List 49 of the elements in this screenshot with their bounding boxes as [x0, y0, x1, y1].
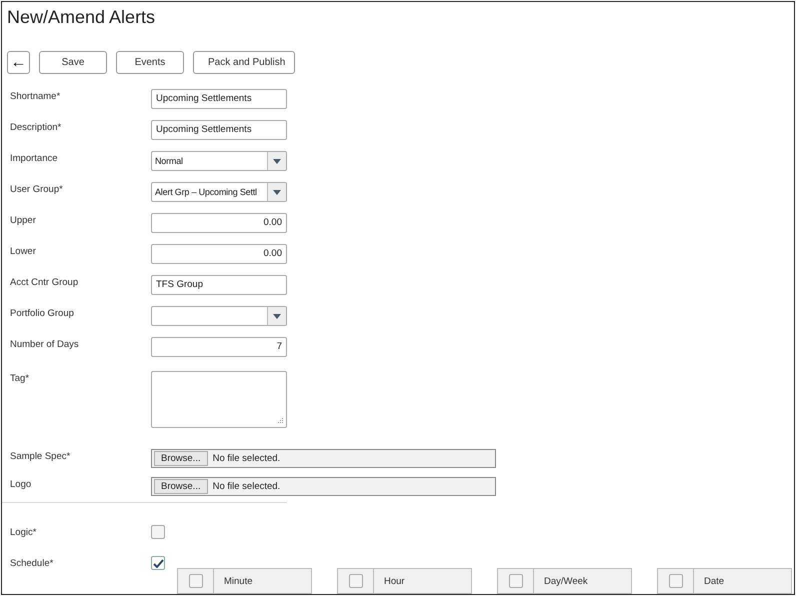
input-field[interactable]: 7	[151, 337, 287, 357]
caret-icon[interactable]	[267, 183, 286, 201]
field-label: Lower	[10, 245, 37, 257]
option-label: Hour	[383, 576, 405, 586]
field-label: Number of Days	[10, 338, 80, 350]
toolbar-button[interactable]: Save	[39, 51, 107, 74]
schedule-option[interactable]: Minute	[177, 568, 312, 594]
input-field[interactable]: Upcoming Settlements	[151, 120, 287, 140]
checkbox[interactable]	[668, 574, 682, 588]
field-label: Portfolio Group	[10, 307, 75, 319]
field-label: Description*	[10, 121, 62, 133]
caret-icon[interactable]	[267, 307, 286, 325]
field-label: Logic*	[10, 526, 38, 538]
dropdown[interactable]: Normal	[151, 151, 287, 171]
checkbox[interactable]	[188, 574, 202, 588]
field-label: Acct Cntr Group	[10, 276, 80, 288]
field-label: Logo	[10, 478, 32, 490]
field-label: Shortname*	[10, 90, 62, 102]
file-status: No file selected.	[212, 453, 280, 464]
dropdown[interactable]: Alert Grp – Upcoming Settl	[151, 182, 287, 202]
schedule-option[interactable]: Hour	[337, 568, 472, 594]
checkbox[interactable]	[348, 574, 362, 588]
field-label: Schedule*	[10, 557, 54, 569]
field-label: Upper	[10, 214, 37, 226]
page-title: New/Amend Alerts	[7, 6, 156, 28]
caret-icon[interactable]	[267, 152, 286, 170]
input-field[interactable]: TFS Group	[151, 275, 287, 295]
toolbar-button[interactable]: Pack and Publish	[193, 51, 295, 74]
checkbox[interactable]	[151, 556, 165, 570]
browse-button[interactable]: Browse...	[154, 451, 208, 466]
browse-button[interactable]: Browse...	[154, 479, 208, 494]
file-status: No file selected.	[212, 481, 280, 492]
option-label: Minute	[223, 576, 253, 586]
toolbar-button[interactable]: Events	[116, 51, 184, 74]
field-label: Tag*	[10, 372, 30, 384]
option-label: Date	[703, 576, 724, 586]
input-field[interactable]: 0.00	[151, 213, 287, 233]
schedule-option[interactable]: Day/Week	[497, 568, 632, 594]
checkbox[interactable]	[508, 574, 522, 588]
input-field[interactable]: Upcoming Settlements	[151, 89, 287, 109]
field-label: Importance	[10, 152, 59, 164]
field-label: Sample Spec*	[10, 450, 72, 462]
checkbox[interactable]	[151, 525, 165, 539]
field-label: User Group*	[10, 183, 64, 195]
back-button[interactable]: ←	[7, 51, 30, 74]
option-label: Day/Week	[543, 576, 588, 586]
text-area[interactable]	[151, 371, 287, 428]
input-field[interactable]: 0.00	[151, 244, 287, 264]
schedule-option[interactable]: Date	[657, 568, 792, 594]
